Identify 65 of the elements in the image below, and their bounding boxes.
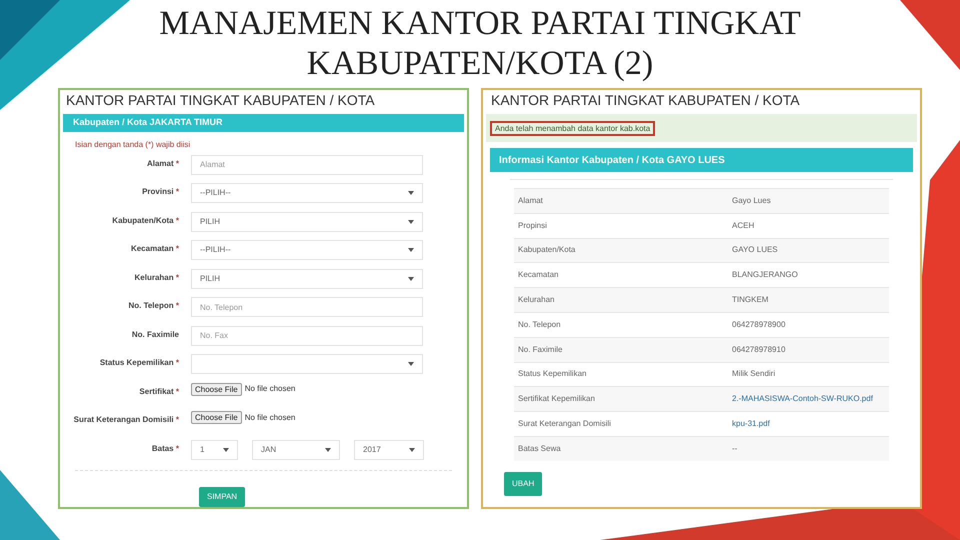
field-label: Kecamatan * xyxy=(130,244,179,254)
field-label: Alamat * xyxy=(146,158,179,168)
caret-icon xyxy=(223,448,229,452)
field-label: Surat Keterangan Domisili * xyxy=(74,415,179,425)
select-field[interactable]: 1 xyxy=(191,440,238,460)
caret-icon xyxy=(408,220,414,224)
field-label: Kelurahan * xyxy=(134,272,179,282)
choose-file-button[interactable]: Choose File xyxy=(191,411,242,424)
field-label: Status Kepemilikan * xyxy=(100,358,179,368)
caret-icon xyxy=(408,191,414,195)
table-cell: 064278978900 xyxy=(732,318,786,331)
caret-icon xyxy=(408,276,414,280)
table-cell: GAYO LUES xyxy=(732,244,778,256)
select-field[interactable]: 2017 xyxy=(354,440,424,460)
select-field[interactable]: PILIH xyxy=(191,212,423,232)
field-label: Provinsi * xyxy=(142,187,179,197)
file-link[interactable]: kpu-31.pdf xyxy=(732,418,770,430)
table-cell: Milik Sendiri xyxy=(732,368,776,380)
caret-icon xyxy=(408,248,414,252)
table-cell: TINGKEM xyxy=(732,294,768,306)
save-button[interactable]: SIMPAN xyxy=(199,487,246,507)
input-field[interactable]: No. Telepon xyxy=(191,297,423,317)
field-label: Sertifikat * xyxy=(139,386,179,396)
field-label: No. Telepon * xyxy=(128,301,179,311)
select-field[interactable]: --PILIH-- xyxy=(191,183,423,203)
table-cell-text: No. Faximile xyxy=(517,344,564,356)
select-field[interactable]: PILIH xyxy=(191,268,423,288)
panel-header: Kabupaten / Kota JAKARTA TIMUR xyxy=(63,114,464,132)
choose-file-button[interactable]: Choose File xyxy=(191,382,242,396)
table-cell: -- xyxy=(732,442,738,455)
file-status: No file chosen xyxy=(244,383,296,395)
select-field[interactable]: --PILIH-- xyxy=(191,240,423,260)
panel-header: Informasi Kantor Kabupaten / Kota GAYO LUES xyxy=(490,148,913,172)
caret-icon xyxy=(408,362,414,366)
table-cell-text: Alamat xyxy=(517,194,544,207)
caret-icon xyxy=(325,448,331,452)
required-note: Isian dengan tanda (*) wajib diisi xyxy=(74,140,192,150)
select-field[interactable] xyxy=(191,354,423,374)
table-cell-text: Kelurahan xyxy=(517,294,556,306)
table-cell-text: Batas Sewa xyxy=(517,442,562,455)
field-label: No. Faximile xyxy=(132,330,179,340)
page-heading: KANTOR PARTAI TINGKAT KABUPATEN / KOTA xyxy=(490,91,801,110)
table-cell-text: Surat Keterangan Domisili xyxy=(517,418,612,430)
table-cell-text: Kecamatan xyxy=(517,269,560,282)
field-label: Kabupaten/Kota * xyxy=(112,216,179,226)
table-cell-text: Propinsi xyxy=(517,220,548,232)
table-cell: 064278978910 xyxy=(732,344,786,356)
table-cell-text: Sertifikat Kepemilikan xyxy=(517,393,596,406)
table-cell-text: No. Telepon xyxy=(517,318,562,331)
select-field[interactable]: JAN xyxy=(252,440,340,460)
edit-button[interactable]: UBAH xyxy=(504,472,542,496)
caret-icon xyxy=(409,448,415,452)
slide-title: MANAJEMEN KANTOR PARTAI TINGKAT KABUPATEN/KOTA (2) xyxy=(158,4,802,84)
table-cell: BLANGJERANGO xyxy=(732,269,798,282)
file-link[interactable]: 2.-MAHASISWA-Contoh-SW-RUKO.pdf xyxy=(732,393,873,406)
field-label: Batas * xyxy=(152,444,179,454)
table-cell-text: Kabupaten/Kota xyxy=(517,244,576,256)
input-field[interactable]: Alamat xyxy=(191,154,423,174)
table-cell: ACEH xyxy=(732,220,754,232)
success-alert: Anda telah menambah data kantor kab.kota xyxy=(490,120,656,136)
table-cell: Gayo Lues xyxy=(732,194,771,207)
file-status: No file chosen xyxy=(244,412,296,424)
input-field[interactable]: No. Fax xyxy=(191,326,423,346)
page-heading: KANTOR PARTAI TINGKAT KABUPATEN / KOTA xyxy=(65,91,376,110)
table-cell-text: Status Kepemilikan xyxy=(517,368,588,380)
